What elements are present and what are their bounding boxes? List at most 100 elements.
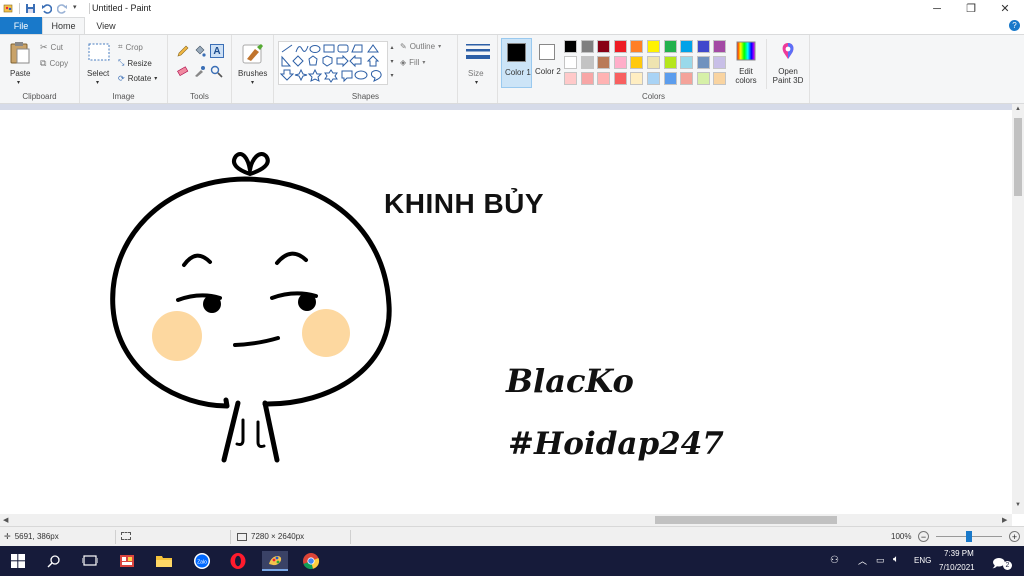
palette-swatch[interactable] xyxy=(597,72,611,85)
shapes-gallery[interactable] xyxy=(278,41,388,85)
palette-swatch[interactable] xyxy=(613,40,627,53)
palette-swatch[interactable] xyxy=(564,40,577,53)
shapes-scroll[interactable]: ▴ ▾ ▾ xyxy=(388,41,396,85)
palette-swatch[interactable] xyxy=(680,40,694,53)
palette-swatch[interactable] xyxy=(663,72,677,85)
fill-button[interactable]: ◈ Fill ▾ xyxy=(400,58,425,67)
vertical-scrollbar[interactable]: ▲ ▼ xyxy=(1012,104,1024,514)
rotate-button[interactable]: ⟳ Rotate ▾ xyxy=(118,74,157,83)
clock-time[interactable]: 7:39 PM xyxy=(944,549,974,558)
clock-date[interactable]: 7/10/2021 xyxy=(939,563,975,572)
palette-swatch[interactable] xyxy=(613,56,627,69)
window-title: Untitled - Paint xyxy=(92,3,152,13)
size-button[interactable]: Size ▾ xyxy=(464,40,492,86)
scroll-up-icon[interactable]: ▲ xyxy=(1015,106,1021,112)
eraser-icon[interactable] xyxy=(176,65,189,78)
palette-swatch[interactable] xyxy=(663,56,677,69)
horizontal-scrollbar[interactable]: ◀ ▶ xyxy=(0,514,1012,526)
scroll-down-icon[interactable]: ▼ xyxy=(1015,502,1021,508)
horizontal-scroll-thumb[interactable] xyxy=(655,516,837,524)
chrome-icon[interactable] xyxy=(301,551,321,571)
fill-bucket-icon[interactable] xyxy=(193,45,206,58)
outline-button[interactable]: ✎ Outline ▾ xyxy=(400,42,441,51)
text-tool-icon[interactable]: A xyxy=(210,44,224,58)
tab-home[interactable]: Home xyxy=(42,17,85,34)
palette-swatch[interactable] xyxy=(580,56,594,69)
volume-icon[interactable]: 🔈︎ xyxy=(893,554,899,565)
gallery-app-icon[interactable] xyxy=(117,551,137,571)
paint-taskbar-icon[interactable] xyxy=(262,551,288,571)
palette-swatch[interactable] xyxy=(630,72,644,85)
brushes-button[interactable]: Brushes ▾ xyxy=(236,39,270,86)
crop-button[interactable]: ⌗ Crop xyxy=(118,42,143,52)
palette-swatch[interactable] xyxy=(630,40,644,53)
palette-swatch[interactable] xyxy=(713,72,727,85)
palette-swatch[interactable] xyxy=(647,56,660,69)
palette-swatch[interactable] xyxy=(680,72,694,85)
palette-swatch[interactable] xyxy=(663,40,677,53)
magnifier-icon[interactable] xyxy=(210,65,223,78)
palette-swatch[interactable] xyxy=(564,72,577,85)
brushes-dropdown-icon[interactable]: ▾ xyxy=(251,79,254,86)
show-hidden-icons[interactable]: ︿ xyxy=(858,554,867,567)
paste-button[interactable]: Paste ▾ xyxy=(6,39,34,86)
palette-swatch[interactable] xyxy=(613,72,627,85)
task-view-icon[interactable] xyxy=(80,551,100,571)
save-icon[interactable] xyxy=(25,3,36,14)
drawing-canvas[interactable]: KHINH BỦY BlacKo #Hoidap247 xyxy=(0,110,1012,514)
color1-button[interactable]: Color 1 xyxy=(501,38,532,88)
rotate-dropdown-icon[interactable]: ▾ xyxy=(154,75,157,82)
redo-icon[interactable] xyxy=(56,3,68,14)
character-right-pupil xyxy=(298,293,316,311)
tab-view[interactable]: View xyxy=(85,17,127,34)
zoom-out-button[interactable]: − xyxy=(918,531,929,542)
zoom-in-button[interactable]: + xyxy=(1009,531,1020,542)
copy-button[interactable]: ⧉ Copy xyxy=(40,58,68,69)
opera-icon[interactable] xyxy=(228,551,248,571)
select-dropdown-icon[interactable]: ▾ xyxy=(96,79,99,86)
palette-swatch[interactable] xyxy=(597,56,611,69)
color-picker-icon[interactable] xyxy=(193,65,206,78)
palette-swatch[interactable] xyxy=(580,40,594,53)
minimize-button[interactable]: ─ xyxy=(920,0,954,17)
palette-swatch[interactable] xyxy=(713,40,727,53)
file-explorer-icon[interactable] xyxy=(154,551,174,571)
select-button[interactable]: Select ▾ xyxy=(85,39,113,86)
palette-swatch[interactable] xyxy=(696,72,710,85)
palette-swatch[interactable] xyxy=(597,40,611,53)
palette-swatch[interactable] xyxy=(696,40,710,53)
search-icon[interactable] xyxy=(44,551,64,571)
zalo-icon[interactable]: Zalo xyxy=(192,551,212,571)
scroll-right-icon[interactable]: ▶ xyxy=(1002,516,1007,524)
edit-colors-button[interactable]: Edit colors xyxy=(731,39,761,89)
pencil-icon[interactable] xyxy=(176,45,189,58)
palette-swatch[interactable] xyxy=(647,72,660,85)
palette-swatch[interactable] xyxy=(564,56,577,69)
customize-toolbar-icon[interactable]: ▾ xyxy=(73,3,84,14)
windows-taskbar: Zalo ⚇ ︿ ▭ 🔈︎ ENG 7:39 PM 7/10/2021 🗩︎ 2 xyxy=(0,546,1024,576)
paint-app-icon[interactable] xyxy=(3,3,14,14)
zoom-slider-thumb[interactable] xyxy=(966,531,972,542)
close-button[interactable]: ✕ xyxy=(988,0,1022,17)
language-indicator[interactable]: ENG xyxy=(914,556,931,565)
palette-swatch[interactable] xyxy=(680,56,694,69)
palette-swatch[interactable] xyxy=(630,56,644,69)
color2-button[interactable]: Color 2 xyxy=(535,38,561,88)
scroll-left-icon[interactable]: ◀ xyxy=(3,516,8,524)
tab-file[interactable]: File xyxy=(0,17,42,34)
cut-button[interactable]: ✂ Cut xyxy=(40,42,63,53)
palette-swatch[interactable] xyxy=(713,56,727,69)
help-icon[interactable]: ? xyxy=(1009,20,1020,31)
start-icon[interactable] xyxy=(8,551,28,571)
paste-dropdown-icon[interactable]: ▾ xyxy=(17,79,20,86)
palette-swatch[interactable] xyxy=(580,72,594,85)
maximize-button[interactable]: ❐ xyxy=(954,0,988,17)
people-icon[interactable]: ⚇ xyxy=(830,555,839,566)
resize-button[interactable]: ⤡ Resize xyxy=(118,58,152,68)
undo-icon[interactable] xyxy=(41,3,53,14)
palette-swatch[interactable] xyxy=(647,40,660,53)
battery-icon[interactable]: ▭ xyxy=(876,555,885,566)
open-paint3d-button[interactable]: Open Paint 3D xyxy=(766,39,809,89)
palette-swatch[interactable] xyxy=(696,56,710,69)
vertical-scroll-thumb[interactable] xyxy=(1014,118,1022,196)
